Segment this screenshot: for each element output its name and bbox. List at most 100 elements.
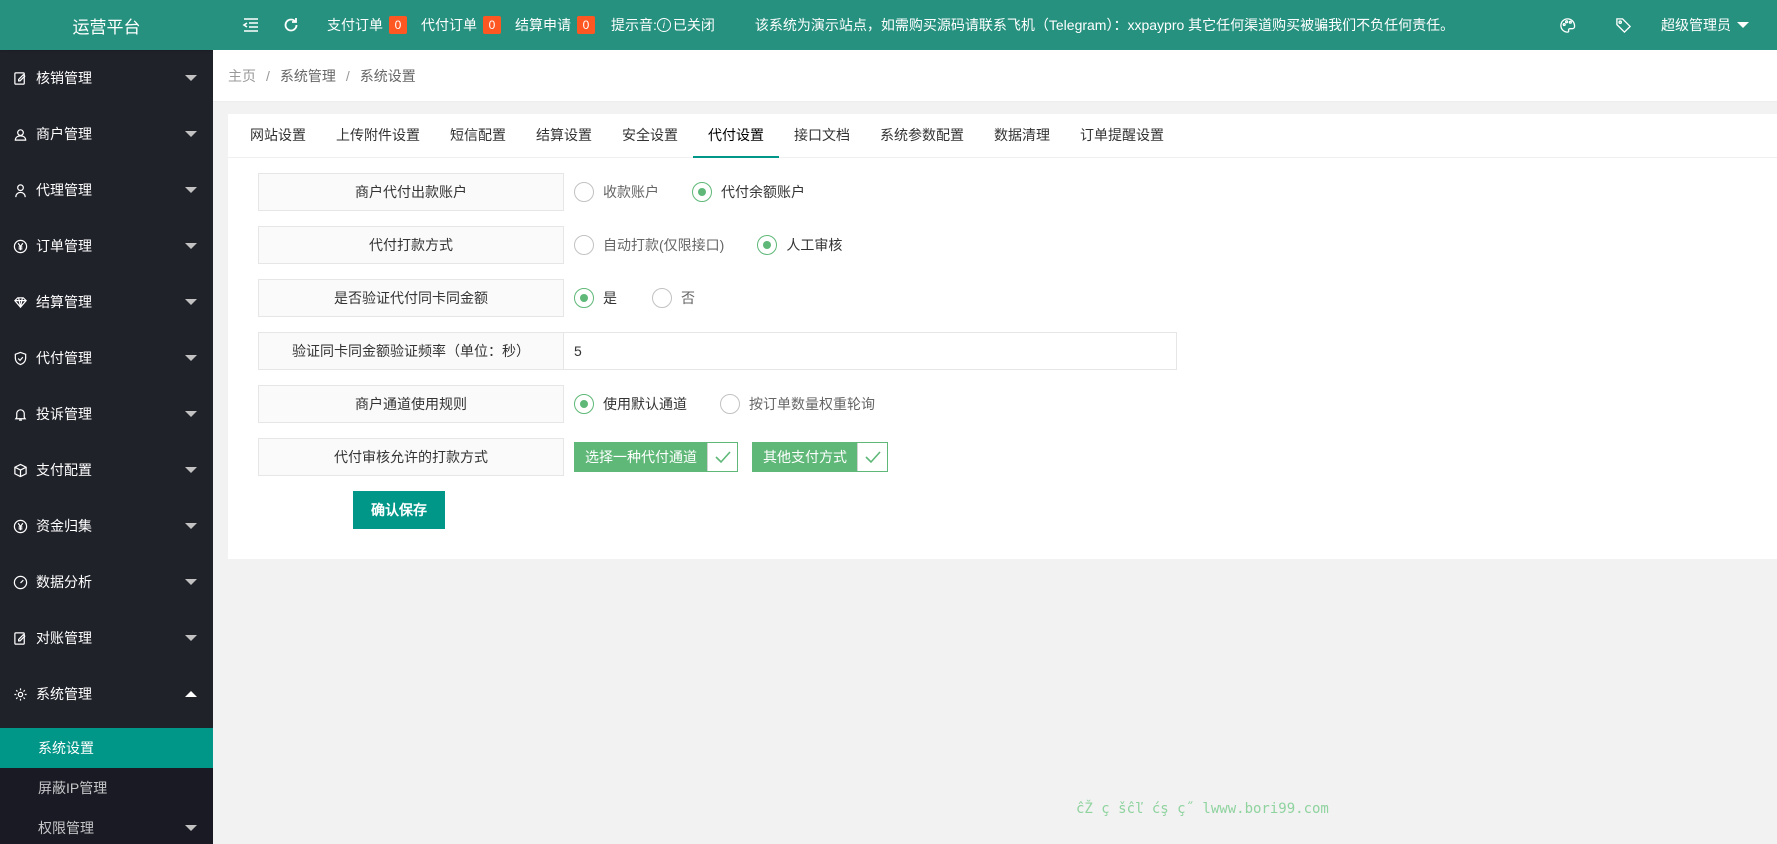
breadcrumb-separator: /	[266, 67, 270, 84]
sidebar-item-reconcile[interactable]: 对账管理	[0, 610, 213, 666]
tab-sms[interactable]: 短信配置	[435, 113, 521, 157]
tab-api-docs[interactable]: 接口文档	[779, 113, 865, 157]
tag-icon[interactable]	[1595, 0, 1651, 50]
gear-icon	[12, 686, 28, 702]
radio-weighted-round-robin[interactable]: 按订单数量权重轮询	[720, 394, 875, 414]
save-button[interactable]: 确认保存	[353, 491, 445, 529]
header-right: 超级管理员	[1539, 0, 1777, 50]
radio-circle	[692, 182, 712, 202]
breadcrumb-parent[interactable]: 系统管理	[280, 66, 336, 86]
settle-apply-link[interactable]: 结算申请 0	[515, 15, 595, 35]
verify-freq-input[interactable]	[564, 332, 1177, 370]
pay-order-badge: 0	[389, 16, 407, 34]
df-order-link[interactable]: 代付订单 0	[421, 15, 501, 35]
radio-auto-pay[interactable]: 自动打款(仅限接口)	[574, 235, 724, 255]
tip-sound-toggle[interactable]: 提示音: i 已关闭	[611, 15, 715, 35]
radio-yes[interactable]: 是	[574, 288, 617, 308]
check-icon	[857, 443, 887, 471]
chevron-down-icon	[185, 131, 197, 137]
radio-circle	[574, 394, 594, 414]
sidebar-item-label: 代付管理	[36, 350, 92, 366]
checkbox-payout-channel[interactable]: 选择一种代付通道	[574, 442, 738, 472]
radio-no[interactable]: 否	[652, 288, 695, 308]
checkbox-other-payment[interactable]: 其他支付方式	[752, 442, 888, 472]
account-radio-group: 收款账户 代付余额账户	[564, 182, 838, 202]
chevron-down-icon	[185, 187, 197, 193]
radio-payout-balance-account[interactable]: 代付余额账户	[692, 182, 805, 202]
field-label: 商户代付出款账户	[258, 173, 564, 211]
sidebar-item-complaints[interactable]: 投诉管理	[0, 386, 213, 442]
radio-manual-review[interactable]: 人工审核	[757, 235, 842, 255]
chevron-down-icon	[185, 825, 197, 831]
form-row-allowed-methods: 代付审核允许的打款方式 选择一种代付通道 其他支付方式	[258, 438, 1777, 476]
sidebar-item-analytics[interactable]: 数据分析	[0, 554, 213, 610]
tab-data-cleanup[interactable]: 数据清理	[979, 113, 1065, 157]
chevron-down-icon	[185, 75, 197, 81]
pay-order-link[interactable]: 支付订单 0	[327, 15, 407, 35]
gauge-icon	[12, 574, 28, 590]
refresh-icon[interactable]	[271, 0, 311, 50]
breadcrumb-home[interactable]: 主页	[228, 66, 256, 86]
tab-security[interactable]: 安全设置	[607, 113, 693, 157]
chevron-down-icon	[185, 243, 197, 249]
sidebar-item-label: 代理管理	[36, 182, 92, 198]
sidebar-item-label: 结算管理	[36, 294, 92, 310]
person-icon	[12, 182, 28, 198]
shield-icon	[12, 350, 28, 366]
check-icon	[707, 443, 737, 471]
sidebar-item-fund-collect[interactable]: 资金归集	[0, 498, 213, 554]
edit-icon	[12, 70, 28, 86]
menu-collapse-icon[interactable]	[231, 0, 271, 50]
radio-label: 收款账户	[603, 184, 659, 200]
sidebar-item-merchant[interactable]: 商户管理	[0, 106, 213, 162]
bell-icon	[12, 406, 28, 422]
radio-circle	[720, 394, 740, 414]
form-row-account: 商户代付出款账户 收款账户 代付余额账户	[258, 173, 1777, 211]
tab-website[interactable]: 网站设置	[235, 113, 321, 157]
verify-same-radio-group: 是 否	[564, 288, 728, 308]
palette-icon[interactable]	[1539, 0, 1595, 50]
tab-settlement[interactable]: 结算设置	[521, 113, 607, 157]
chevron-down-icon	[185, 635, 197, 641]
sidebar-item-label: 系统管理	[36, 686, 92, 702]
edit-icon	[12, 630, 28, 646]
radio-label: 使用默认通道	[603, 396, 687, 412]
sidebar-item-agent[interactable]: 代理管理	[0, 162, 213, 218]
sidebar-subitem-label: 系统设置	[38, 740, 94, 756]
tab-upload[interactable]: 上传附件设置	[321, 113, 435, 157]
settings-tabs: 网站设置 上传附件设置 短信配置 结算设置 安全设置 代付设置 接口文档 系统参…	[228, 114, 1777, 158]
tab-system-params[interactable]: 系统参数配置	[865, 113, 979, 157]
breadcrumb-separator: /	[345, 67, 350, 84]
sidebar-item-settlement[interactable]: 结算管理	[0, 274, 213, 330]
sidebar-item-label: 商户管理	[36, 126, 92, 142]
sidebar-subitem-ip-block[interactable]: 屏蔽IP管理	[0, 768, 213, 808]
info-icon: i	[656, 18, 671, 32]
sidebar-item-payout[interactable]: 代付管理	[0, 330, 213, 386]
radio-circle	[757, 235, 778, 255]
chevron-down-icon	[185, 411, 197, 417]
sidebar-item-label: 对账管理	[36, 630, 92, 646]
chevron-down-icon	[185, 579, 197, 585]
sidebar-subitem-system-settings[interactable]: 系统设置	[0, 728, 213, 768]
chevron-down-icon	[185, 523, 197, 529]
form-row-channel-rule: 商户通道使用规则 使用默认通道 按订单数量权重轮询	[258, 385, 1777, 423]
radio-collect-account[interactable]: 收款账户	[574, 182, 659, 202]
sidebar-item-orders[interactable]: 订单管理	[0, 218, 213, 274]
radio-default-channel[interactable]: 使用默认通道	[574, 394, 687, 414]
sidebar-item-verify[interactable]: 核销管理	[0, 50, 213, 106]
pay-order-label: 支付订单	[327, 17, 383, 33]
sidebar-item-system[interactable]: 系统管理	[0, 666, 213, 722]
sidebar-item-payment-config[interactable]: 支付配置	[0, 442, 213, 498]
tab-payout[interactable]: 代付设置	[693, 113, 779, 158]
admin-menu[interactable]: 超级管理员	[1651, 15, 1777, 35]
app-logo: 运营平台	[0, 0, 213, 50]
sidebar-subitem-permissions[interactable]: 权限管理	[0, 808, 213, 844]
field-label: 验证同卡同金额验证频率（单位：秒）	[258, 332, 564, 370]
radio-label: 否	[681, 290, 695, 306]
tab-order-reminder[interactable]: 订单提醒设置	[1065, 113, 1179, 157]
radio-circle	[574, 182, 594, 202]
allowed-methods-checkbox-group: 选择一种代付通道 其他支付方式	[564, 442, 902, 472]
sidebar-item-label: 资金归集	[36, 518, 92, 534]
breadcrumb-current: 系统设置	[359, 67, 416, 84]
tip-sound-label: 提示音:	[611, 17, 657, 33]
